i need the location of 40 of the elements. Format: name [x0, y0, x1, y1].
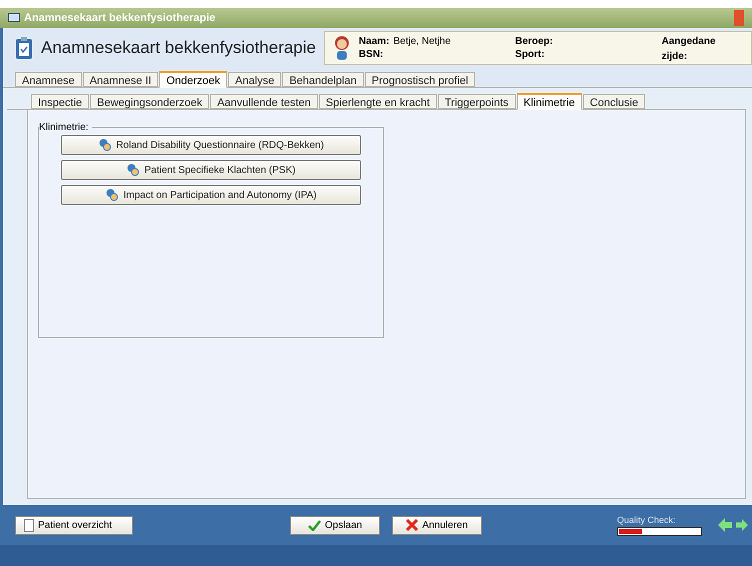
tab[interactable]: Prognostisch profiel: [364, 72, 476, 87]
questionnaire-button[interactable]: Patient Specifieke Klachten (PSK): [61, 160, 361, 180]
sport-label: Sport:: [515, 48, 546, 61]
avatar-icon: [333, 35, 351, 61]
cancel-button[interactable]: Annuleren: [392, 516, 482, 534]
bsn-label: BSN:: [358, 48, 384, 61]
questionnaire-button[interactable]: Impact on Participation and Autonomy (IPA): [61, 185, 361, 205]
tab[interactable]: Conclusie: [582, 94, 646, 109]
tab[interactable]: Behandelplan: [282, 72, 364, 87]
document-icon: [24, 518, 34, 532]
tab[interactable]: Analyse: [228, 72, 282, 87]
info-person-icon: [105, 188, 120, 202]
info-person-icon: [126, 163, 140, 177]
tab[interactable]: Bewegingsonderzoek: [90, 94, 210, 109]
window-icon: [8, 13, 20, 23]
occupation-label: Beroep:: [515, 35, 554, 48]
questionnaire-button[interactable]: Roland Disability Questionnaire (RDQ-Bekken): [61, 135, 361, 155]
tab[interactable]: Aanvullende testen: [210, 94, 318, 109]
patient-overview-button[interactable]: Patient overzicht: [15, 516, 133, 534]
clipboard-icon: [15, 36, 33, 60]
back-arrow-icon[interactable]: [718, 518, 732, 532]
tab[interactable]: Klinimetrie: [516, 93, 582, 110]
checkmark-icon: [308, 520, 321, 530]
save-button[interactable]: Opslaan: [290, 516, 380, 534]
forward-arrow-icon[interactable]: [736, 518, 748, 532]
form-title: Anamnesekaart bekkenfysiotherapie: [41, 37, 316, 60]
tab[interactable]: Inspectie: [31, 94, 90, 109]
info-person-icon: [98, 138, 112, 152]
window-title: Anamnesekaart bekkenfysiotherapie: [24, 10, 216, 26]
affected-side-label: Aangedane zijde:: [662, 35, 717, 64]
group-label: Klinimetrie:: [39, 121, 90, 135]
name-value: Betje, Netjhe: [393, 35, 451, 48]
tab[interactable]: Anamnese: [15, 72, 82, 87]
name-label: Naam:: [358, 35, 390, 48]
tab[interactable]: Triggerpoints: [438, 94, 516, 109]
tab[interactable]: Spierlengte en kracht: [318, 94, 437, 109]
quality-check-label: Quality Check:: [617, 514, 677, 527]
tab[interactable]: Anamnese II: [82, 72, 158, 87]
tab[interactable]: Onderzoek: [159, 71, 228, 88]
cross-icon: [406, 519, 418, 531]
